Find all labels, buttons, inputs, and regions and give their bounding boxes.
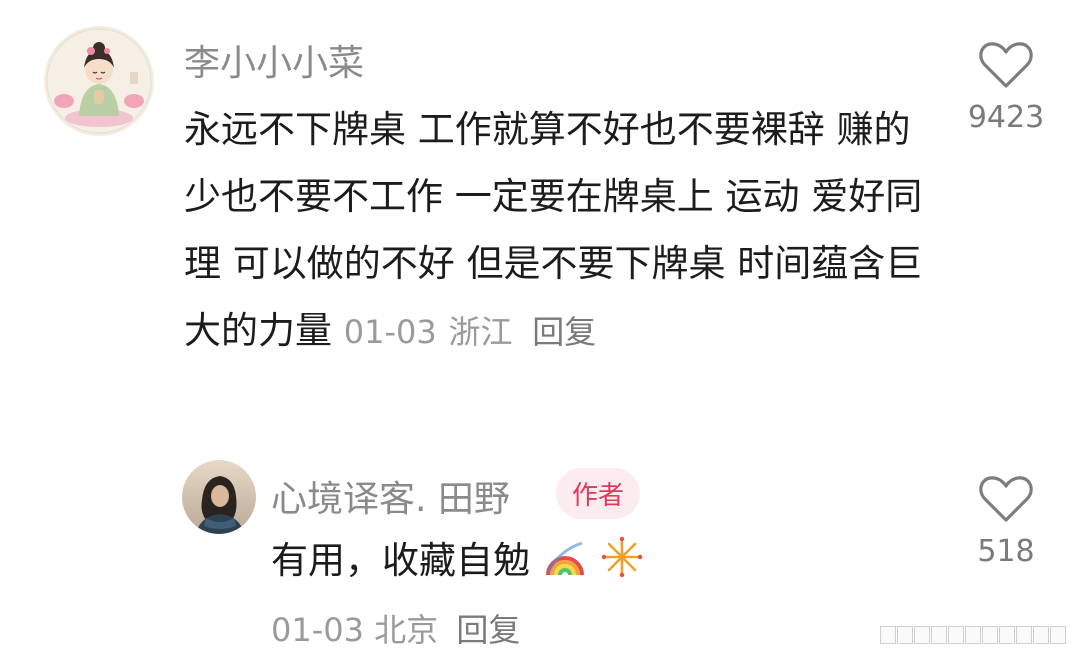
reply-username[interactable]: 心境译客. 田野 — [271, 470, 510, 522]
fireworks-emoji — [601, 536, 642, 578]
comment-like-count: 9423 — [967, 100, 1045, 135]
comment-reply-button[interactable]: 回复 — [532, 313, 596, 351]
watermark — [879, 626, 1066, 644]
reply-text: 有用，收藏自勉 — [271, 539, 530, 582]
avatar-image — [44, 26, 154, 136]
author-badge: 作者 — [556, 468, 641, 519]
reply-like-button[interactable]: 518 — [966, 474, 1046, 569]
reply-body: 有用，收藏自勉 — [271, 533, 644, 589]
heart-outline-icon — [979, 42, 1033, 88]
comment-like-button[interactable]: 9423 — [966, 40, 1046, 135]
comment-date: 01-03 — [343, 313, 437, 351]
heart-outline-icon — [979, 476, 1033, 522]
comment-location: 浙江 — [448, 313, 513, 351]
reply-avatar-image — [182, 460, 256, 534]
comment-username[interactable]: 李小小小菜 — [184, 34, 364, 86]
avatar[interactable] — [44, 26, 154, 136]
reply-meta: 01-03 北京 回复 — [271, 605, 520, 651]
reply-location: 北京 — [374, 611, 439, 649]
reply-date: 01-03 — [271, 611, 364, 649]
reply-reply-button[interactable]: 回复 — [456, 611, 520, 649]
comment-body: 永远不下牌桌 工作就算不好也不要裸辞 赚的少也不要不工作 一定要在牌桌上 运动 … — [184, 96, 924, 366]
reply-avatar[interactable] — [182, 460, 256, 534]
rainbow-emoji — [545, 541, 584, 576]
reply-like-count: 518 — [977, 534, 1035, 569]
